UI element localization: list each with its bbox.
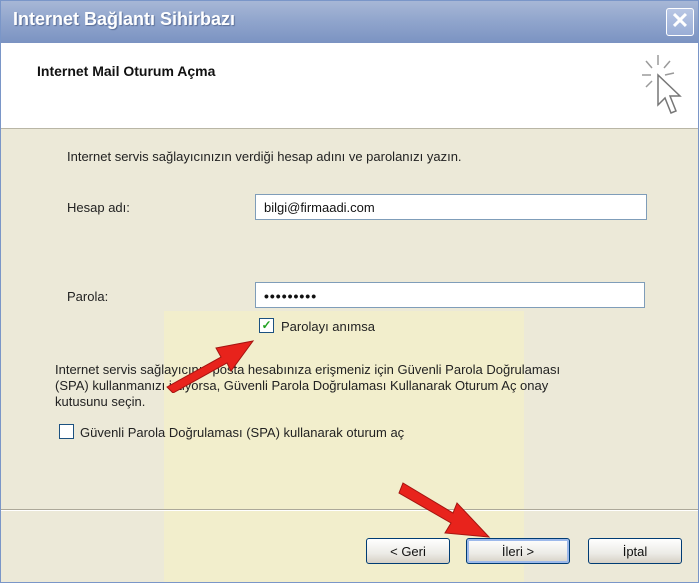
page-title: Internet Mail Oturum Açma <box>37 63 216 79</box>
spa-info-text: Internet servis sağlayıcınız posta hesab… <box>55 362 655 410</box>
wizard-window: Internet Bağlantı Sihirbazı ✕ Internet M… <box>0 0 699 583</box>
title-bar: Internet Bağlantı Sihirbazı ✕ <box>1 1 698 43</box>
remember-password-checkbox[interactable]: ✓ <box>259 318 274 333</box>
wizard-header: Internet Mail Oturum Açma <box>1 43 698 129</box>
spa-info-line: kutusunu seçin. <box>55 394 146 409</box>
spa-checkbox-label: Güvenli Parola Doğrulaması (SPA) kullana… <box>80 425 405 440</box>
next-button[interactable]: İleri > <box>466 538 570 564</box>
remember-password-label: Parolayı anımsa <box>281 319 375 334</box>
spa-info-line: Internet servis sağlayıcınız posta hesab… <box>55 362 561 377</box>
window-title: Internet Bağlantı Sihirbazı <box>13 9 236 29</box>
wizard-cursor-icon <box>642 55 682 114</box>
account-label: Hesap adı: <box>67 200 130 215</box>
cancel-button[interactable]: İptal <box>588 538 682 564</box>
red-arrow-icon <box>398 482 491 538</box>
red-arrow-icon <box>166 340 255 393</box>
spa-checkbox[interactable] <box>59 424 74 439</box>
spa-info-line: (SPA) kullanmanızı istiyorsa, Güvenli Pa… <box>55 378 549 393</box>
instruction-text: Internet servis sağlayıcınızın verdiği h… <box>67 149 462 164</box>
back-button[interactable]: < Geri <box>366 538 450 564</box>
footer-separator <box>1 509 698 511</box>
account-input[interactable]: bilgi@firmaadi.com <box>255 194 647 220</box>
close-icon[interactable]: ✕ <box>666 8 694 36</box>
password-input[interactable]: ••••••••• <box>255 282 645 308</box>
password-label: Parola: <box>67 289 109 304</box>
